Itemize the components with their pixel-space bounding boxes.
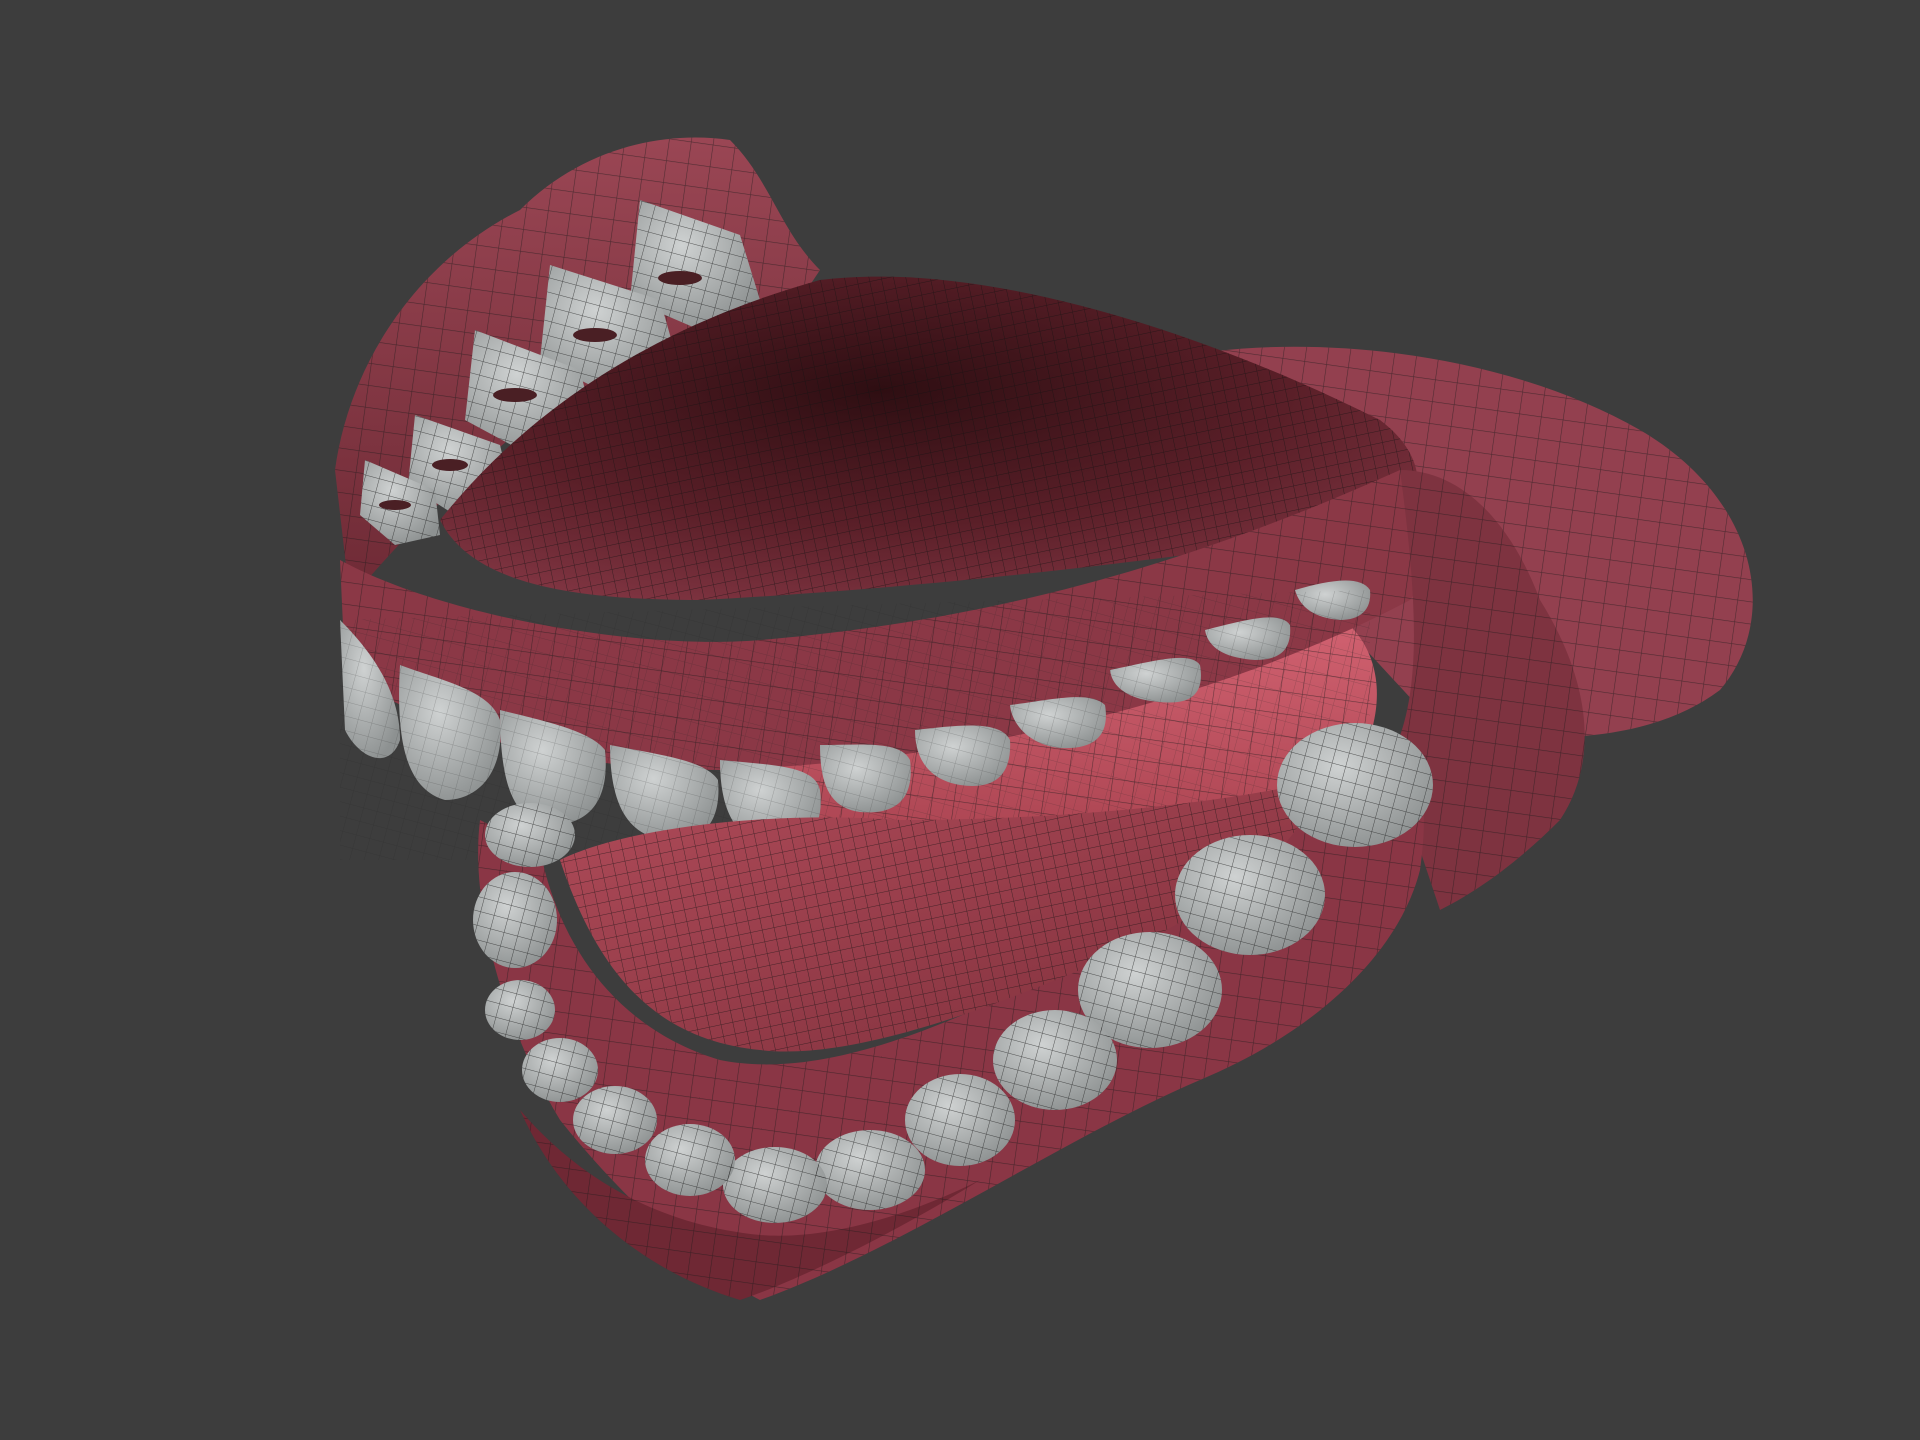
denture-model-render	[335, 137, 1753, 1300]
3d-viewport[interactable]	[0, 0, 1920, 1440]
